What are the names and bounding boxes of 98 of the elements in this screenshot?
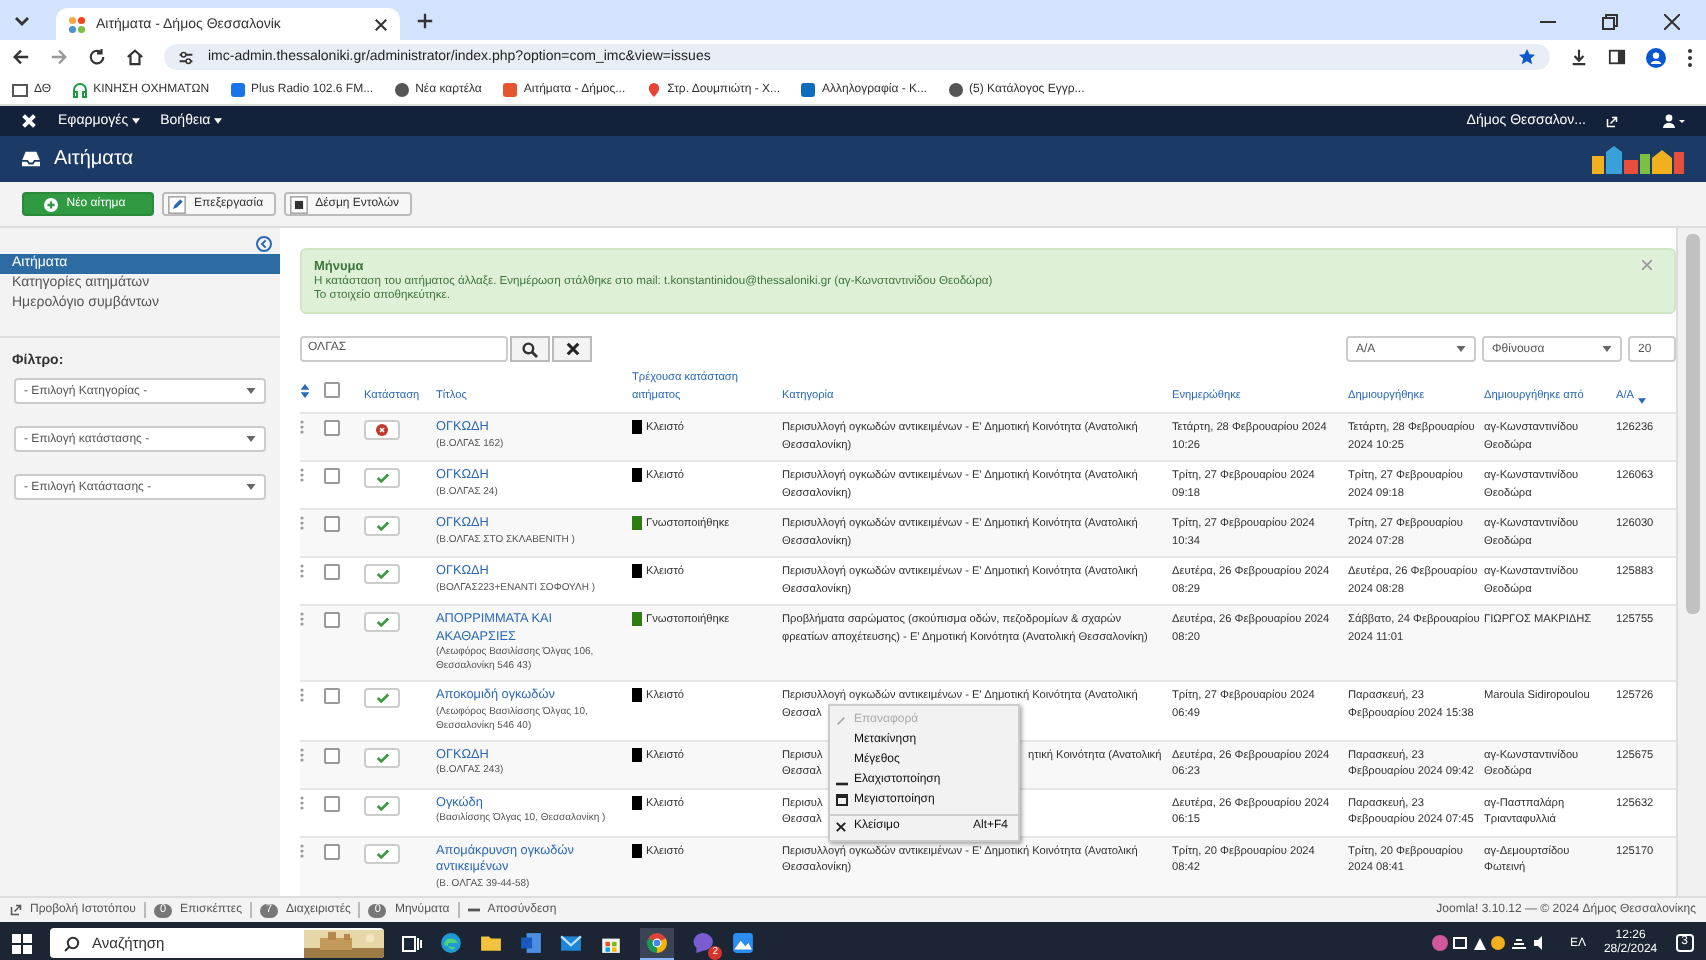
task-view-icon[interactable] <box>402 933 422 953</box>
check-icon <box>375 692 389 704</box>
check-icon <box>375 616 389 628</box>
collapse-sidebar-icon[interactable] <box>256 236 272 252</box>
drag-handle-icon[interactable] <box>300 612 304 626</box>
search-button[interactable] <box>510 336 550 362</box>
mail-icon[interactable] <box>560 932 582 954</box>
caret-icon <box>214 118 223 124</box>
chat-app-icon[interactable] <box>692 932 714 954</box>
close-icon[interactable] <box>1664 14 1680 30</box>
drag-handle-icon[interactable] <box>300 843 304 857</box>
minus-icon <box>467 908 480 912</box>
check-icon <box>375 799 389 811</box>
row-checkbox[interactable] <box>324 420 340 436</box>
user-icon[interactable] <box>1662 114 1686 128</box>
folder-icon[interactable] <box>480 932 502 954</box>
home-icon[interactable] <box>126 48 144 66</box>
caret-icon <box>1602 346 1612 352</box>
inbox-icon <box>20 150 42 168</box>
check-icon <box>375 568 389 580</box>
status-toggle[interactable] <box>364 795 400 815</box>
edge-browser-icon[interactable] <box>440 932 462 954</box>
status-toggle[interactable] <box>364 420 400 440</box>
bookmark-icon <box>800 81 817 97</box>
profile-icon[interactable] <box>1646 47 1666 67</box>
row-checkbox[interactable] <box>324 843 340 859</box>
pencil-icon <box>168 195 186 213</box>
caret-icon <box>246 388 256 394</box>
maximize-icon <box>836 794 848 806</box>
status-toggle[interactable] <box>364 516 400 536</box>
drag-handle-icon[interactable] <box>300 468 304 482</box>
drag-handle-icon[interactable] <box>300 688 304 702</box>
external-link-icon <box>10 904 22 916</box>
drag-handle-icon[interactable] <box>300 564 304 578</box>
bookmark-icon <box>12 81 28 97</box>
close-icon[interactable] <box>374 17 388 31</box>
external-link-icon[interactable] <box>1606 115 1618 127</box>
status-toggle[interactable] <box>364 564 400 584</box>
drag-handle-icon[interactable] <box>300 795 304 809</box>
joomla-logo-icon[interactable] <box>20 112 38 130</box>
bookmark-icon <box>501 81 518 97</box>
windows-start-icon[interactable] <box>12 933 32 953</box>
check-icon <box>375 751 389 763</box>
row-checkbox[interactable] <box>324 468 340 484</box>
bookmark-icon <box>947 81 964 97</box>
caret-icon <box>246 436 256 442</box>
city-logo-icon <box>1590 145 1686 173</box>
caret-icon <box>132 118 141 124</box>
site-settings-icon[interactable] <box>178 49 194 65</box>
unpublished-icon <box>376 424 388 436</box>
drag-handle-icon[interactable] <box>300 516 304 530</box>
row-checkbox[interactable] <box>324 612 340 628</box>
reload-icon[interactable] <box>88 48 106 66</box>
star-icon[interactable] <box>1518 48 1536 66</box>
back-icon[interactable] <box>12 48 30 66</box>
forward-icon[interactable] <box>50 48 68 66</box>
caret-icon <box>246 484 256 490</box>
search-icon <box>522 341 538 357</box>
drag-handle-icon[interactable] <box>300 747 304 761</box>
status-toggle[interactable] <box>364 747 400 767</box>
bookmark-icon <box>229 81 246 97</box>
sort-icon[interactable] <box>300 383 310 397</box>
row-checkbox[interactable] <box>324 747 340 763</box>
page-title: Αιτήματα <box>54 148 134 170</box>
chrome-browser-icon[interactable] <box>646 931 668 953</box>
check-icon <box>375 472 389 484</box>
more-icon[interactable] <box>1686 47 1694 67</box>
close-icon <box>565 342 579 356</box>
new-tab-icon[interactable] <box>416 12 434 30</box>
row-checkbox[interactable] <box>324 688 340 704</box>
document-app-icon[interactable] <box>520 932 542 954</box>
plus-icon <box>44 197 59 211</box>
bookmark-icon <box>71 81 88 97</box>
status-toggle[interactable] <box>364 688 400 708</box>
row-checkbox[interactable] <box>324 516 340 532</box>
select-all-checkbox[interactable] <box>324 381 340 397</box>
download-icon[interactable] <box>1570 48 1588 66</box>
row-checkbox[interactable] <box>324 795 340 811</box>
status-toggle[interactable] <box>364 612 400 632</box>
bookmark-icon <box>645 81 662 97</box>
bookmark-icon <box>393 81 410 97</box>
status-toggle[interactable] <box>364 843 400 863</box>
status-toggle[interactable] <box>364 468 400 488</box>
scrollbar[interactable] <box>1676 228 1706 896</box>
square-icon <box>289 195 308 213</box>
restore-icon[interactable] <box>1602 14 1618 30</box>
drag-handle-icon[interactable] <box>300 420 304 434</box>
clear-button[interactable] <box>552 336 592 362</box>
check-icon <box>375 847 389 859</box>
check-icon <box>375 520 389 532</box>
close-icon <box>836 821 846 831</box>
search-icon <box>64 935 80 951</box>
caret-icon <box>1456 346 1466 352</box>
photo-app-icon[interactable] <box>732 932 754 954</box>
row-checkbox[interactable] <box>324 564 340 580</box>
joomla-logo-icon <box>68 15 86 33</box>
side-panel-icon[interactable] <box>1608 48 1626 66</box>
slash-icon <box>836 715 846 725</box>
